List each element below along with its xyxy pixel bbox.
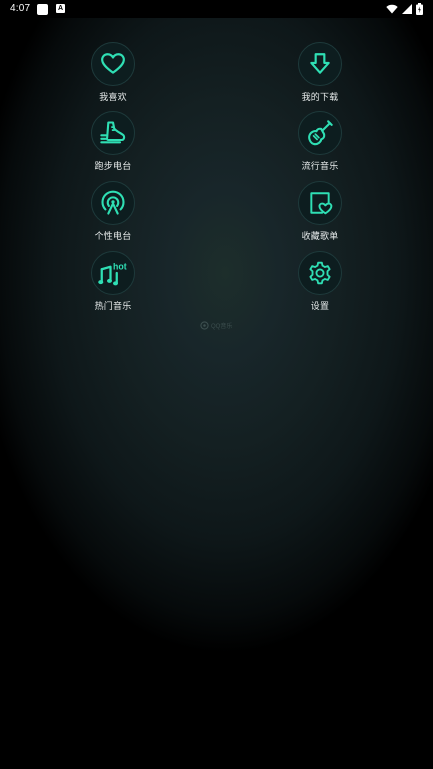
menu-item-circle: [91, 42, 135, 86]
status-time: 4:07: [10, 3, 31, 14]
menu-item-circle: [91, 181, 135, 225]
download-icon: [310, 53, 330, 74]
menu-item-circle: [91, 111, 135, 155]
guitar-icon: [308, 120, 333, 146]
menu-item-label: 跑步电台: [94, 162, 132, 172]
status-icons: [386, 3, 423, 15]
menu-item-circle: hot: [91, 251, 135, 295]
menu-item-circle: [298, 111, 342, 155]
status-bar: 4:07 A: [0, 0, 433, 18]
menu-item-label: 我喜欢: [99, 93, 127, 103]
qq-music-logo-icon: [200, 320, 209, 330]
heart-icon: [101, 53, 125, 74]
menu-item-circle: [298, 181, 342, 225]
menu-item-label: 我的下载: [301, 93, 339, 103]
watermark-text: QQ音乐: [211, 323, 233, 330]
menu-item-circle: [298, 251, 342, 295]
menu-item-label: 收藏歌单: [301, 232, 339, 242]
watermark: QQ音乐: [200, 320, 232, 330]
menu-item-favorites[interactable]: 我喜欢: [74, 42, 154, 108]
favorite-playlist-icon: [310, 192, 333, 215]
signal-icon: [402, 4, 412, 14]
menu-item-label: 流行音乐: [301, 162, 339, 172]
menu-item-personal-radio[interactable]: 个性电台: [74, 181, 154, 247]
menu-item-label: 热门音乐: [94, 302, 132, 312]
menu-item-running-radio[interactable]: 跑步电台: [74, 111, 154, 177]
notification-icon: [37, 4, 48, 15]
app-a-icon: A: [56, 4, 65, 13]
menu-item-label: 个性电台: [94, 232, 132, 242]
menu-item-pop-music[interactable]: 流行音乐: [281, 111, 361, 177]
running-shoe-icon: [100, 121, 126, 144]
menu-item-hot-music[interactable]: hot 热门音乐: [74, 251, 154, 317]
radio-broadcast-icon: [101, 190, 125, 215]
menu-item-downloads[interactable]: 我的下载: [281, 42, 361, 108]
hot-music-note-icon: hot: [98, 261, 127, 286]
menu-item-circle: [298, 42, 342, 86]
menu-item-label: 设置: [310, 302, 330, 312]
svg-text:hot: hot: [113, 261, 127, 271]
wifi-icon: [386, 4, 398, 14]
settings-gear-icon: [309, 261, 331, 285]
app-background: [0, 18, 433, 769]
menu-item-saved-playlists[interactable]: 收藏歌单: [281, 181, 361, 247]
menu-item-settings[interactable]: 设置: [281, 251, 361, 317]
screen: 4:07 A 我喜欢 我的下载 跑步电台 流行音乐 个性电台 收藏歌单 hot …: [0, 0, 433, 769]
battery-icon: [416, 3, 423, 15]
